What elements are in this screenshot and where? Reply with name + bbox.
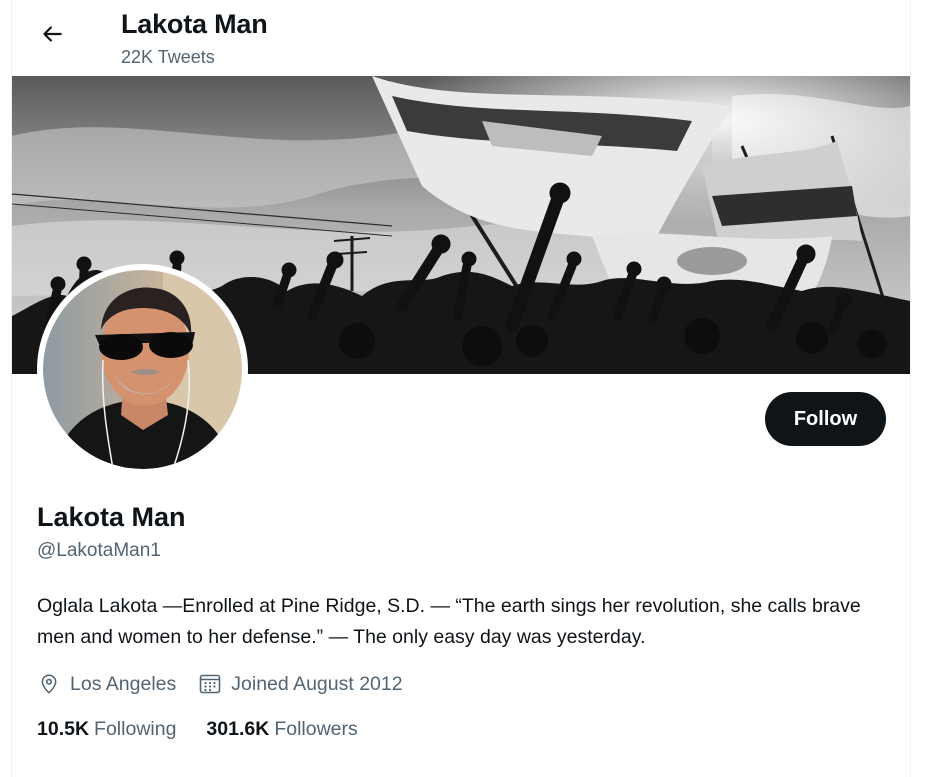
profile-header-bar: Lakota Man 22K Tweets [12, 0, 910, 76]
followers-label: Followers [274, 718, 358, 740]
user-handle: @LakotaMan1 [37, 540, 161, 561]
joined-item: Joined August 2012 [198, 672, 403, 696]
display-name: Lakota Man [37, 502, 186, 532]
location-text: Los Angeles [70, 672, 177, 695]
header-title: Lakota Man [121, 9, 268, 39]
arrow-left-icon [39, 21, 65, 52]
followers-count: 301.6K [206, 718, 270, 740]
joined-text: Joined August 2012 [231, 672, 403, 695]
map-pin-icon [37, 672, 61, 696]
following-link[interactable]: 10.5K Following [37, 718, 176, 741]
profile-bio: Oglala Lakota —Enrolled at Pine Ridge, S… [37, 595, 861, 648]
profile-meta: Los Angeles Joined August 2012 [37, 668, 425, 700]
profile-column: Lakota Man 22K Tweets Follow Lakota Man … [11, 0, 911, 777]
following-label: Following [94, 718, 177, 740]
followers-link[interactable]: 301.6K Followers [206, 718, 357, 741]
back-button[interactable] [32, 16, 72, 56]
follow-button[interactable]: Follow [765, 392, 886, 446]
follow-stats: 10.5K Following 301.6K Followers [37, 718, 388, 741]
location-item: Los Angeles [37, 672, 176, 696]
following-count: 10.5K [37, 718, 90, 740]
tweet-count: 22K Tweets [121, 47, 215, 67]
calendar-icon [198, 672, 222, 696]
profile-avatar[interactable] [37, 264, 248, 475]
